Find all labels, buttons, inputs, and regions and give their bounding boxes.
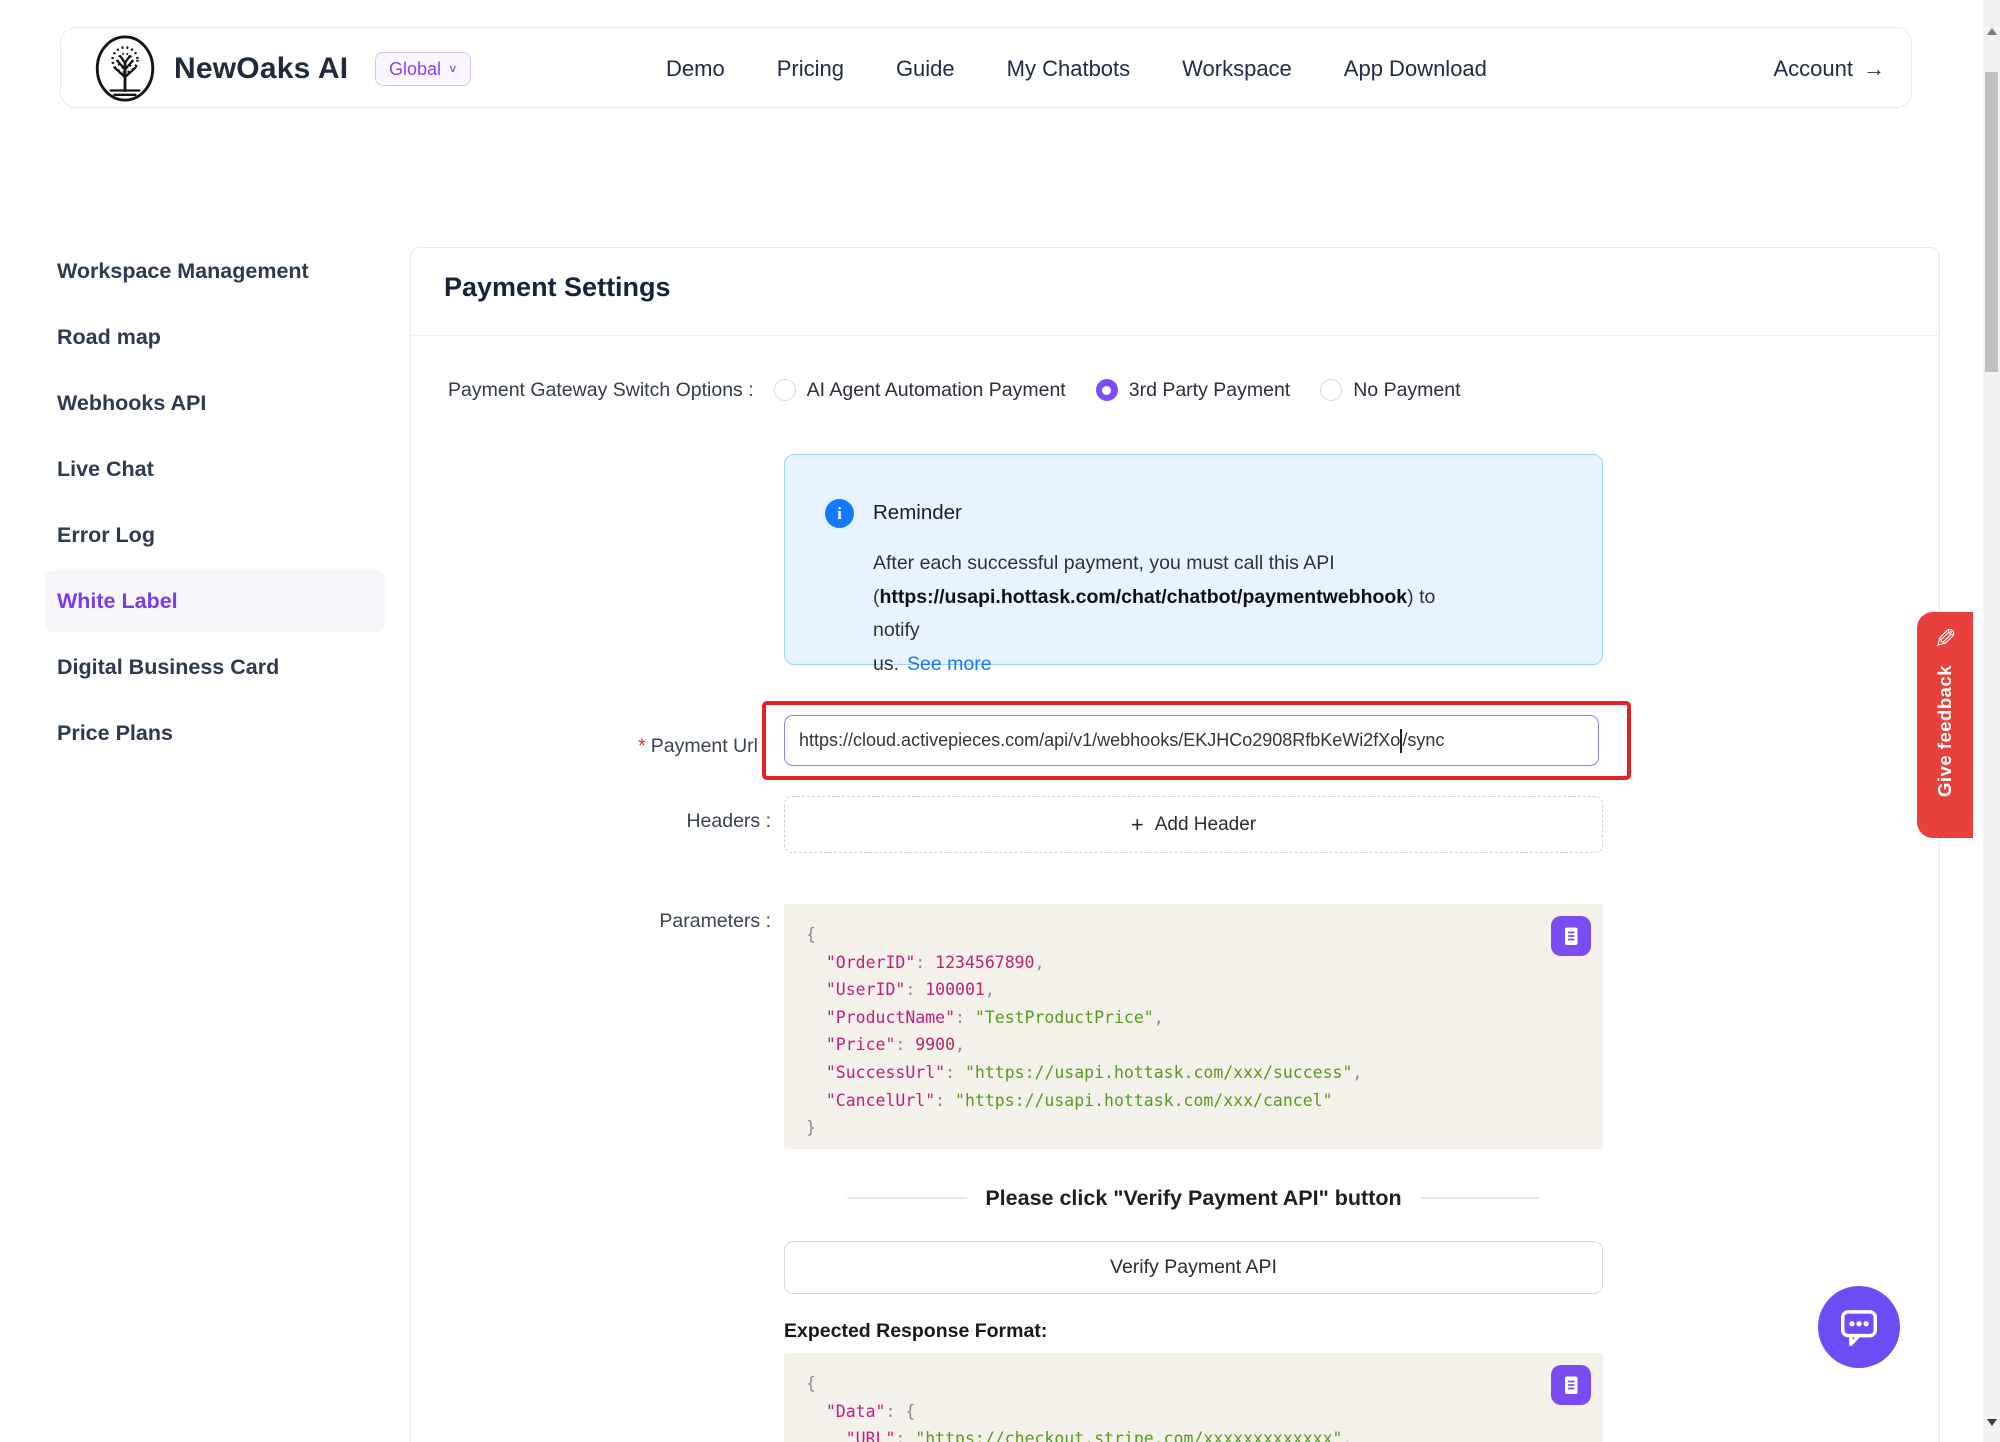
radio-option-3rd-party-payment[interactable]: 3rd Party Payment	[1096, 379, 1290, 402]
expected-response-code-block: { "Data": { "URL": "https://checkout.str…	[784, 1353, 1603, 1442]
sidebar-item-price-plans[interactable]: Price Plans	[45, 702, 385, 764]
radio-option-label: AI Agent Automation Payment	[807, 379, 1066, 402]
reminder-alert: i Reminder After each successful payment…	[784, 454, 1603, 665]
divider	[847, 1197, 967, 1199]
scroll-down-icon[interactable]	[1987, 1419, 1997, 1426]
top-header: NewOaks AI Global ∨ Demo Pricing Guide My C…	[60, 27, 1912, 108]
sidebar-item-webhooks-api[interactable]: Webhooks API	[45, 372, 385, 434]
divider	[411, 335, 1939, 336]
expected-response-label: Expected Response Format:	[784, 1320, 1047, 1343]
sidebar-item-white-label[interactable]: White Label	[45, 570, 385, 632]
radio-option-label: No Payment	[1353, 379, 1460, 402]
payment-url-value-tail: /sync	[1402, 730, 1444, 751]
sidebar-item-workspace-management[interactable]: Workspace Management	[45, 240, 385, 302]
code-line: "CancelUrl": "https://usapi.hottask.com/…	[806, 1087, 1603, 1115]
nav-item-my-chatbots[interactable]: My Chatbots	[1007, 56, 1131, 82]
region-selector[interactable]: Global ∨	[375, 52, 471, 86]
gateway-radio-group: AI Agent Automation Payment 3rd Party Pay…	[774, 379, 1491, 402]
radio-option-no-payment[interactable]: No Payment	[1320, 379, 1460, 402]
reminder-line1: After each successful payment, you must …	[873, 552, 1335, 574]
nav-item-workspace[interactable]: Workspace	[1182, 56, 1292, 82]
payment-url-value: https://cloud.activepieces.com/api/v1/we…	[799, 730, 1400, 751]
required-asterisk: *	[638, 735, 646, 757]
reminder-line3: us.	[873, 653, 899, 675]
account-label: Account	[1774, 56, 1854, 82]
code-line: "UserID": 100001,	[806, 976, 1603, 1004]
add-header-button[interactable]: + Add Header	[784, 796, 1603, 853]
parameters-json: { "OrderID": 1234567890, "UserID": 10000…	[784, 904, 1603, 1142]
arrow-right-icon: →	[1863, 56, 1885, 82]
code-line: "URL": "https://checkout.stripe.com/xxxx…	[806, 1425, 1603, 1442]
payment-gateway-options-row: Payment Gateway Switch Options : AI Agen…	[448, 373, 1491, 407]
scrollbar-thumb[interactable]	[1985, 72, 1998, 372]
code-line: "SuccessUrl": "https://usapi.hottask.com…	[806, 1059, 1603, 1087]
payment-url-input[interactable]: https://cloud.activepieces.com/api/v1/we…	[784, 715, 1599, 766]
gateway-options-label: Payment Gateway Switch Options :	[448, 379, 754, 402]
code-line: {	[806, 1370, 1603, 1398]
payment-url-label: *Payment Url	[441, 712, 758, 781]
nav-item-app-download[interactable]: App Download	[1344, 56, 1487, 82]
pencil-icon: ✎	[1934, 624, 1957, 655]
nav-item-pricing[interactable]: Pricing	[777, 56, 844, 82]
nav-item-demo[interactable]: Demo	[666, 56, 725, 82]
page-title: Payment Settings	[444, 272, 671, 303]
sidebar-item-error-log[interactable]: Error Log	[45, 504, 385, 566]
code-line: "Price": 9900,	[806, 1031, 1603, 1059]
sidebar-item-live-chat[interactable]: Live Chat	[45, 438, 385, 500]
brand-name: NewOaks AI	[174, 28, 348, 109]
radio-option-label: 3rd Party Payment	[1129, 379, 1290, 402]
give-feedback-label: Give feedback	[1934, 665, 1956, 797]
payment-settings-panel: Payment Settings Payment Gateway Switch …	[410, 247, 1940, 1442]
reminder-title: Reminder	[873, 501, 962, 525]
add-header-label: Add Header	[1155, 814, 1256, 836]
code-line: }	[806, 1114, 1603, 1142]
parameters-label: Parameters :	[451, 910, 771, 933]
nav-item-guide[interactable]: Guide	[896, 56, 955, 82]
scroll-up-icon[interactable]	[1987, 28, 1997, 35]
chat-widget-button[interactable]	[1818, 1286, 1900, 1368]
code-line: "ProductName": "TestProductPrice",	[806, 1004, 1603, 1032]
reminder-body: After each successful payment, you must …	[873, 547, 1473, 681]
copy-icon[interactable]	[1551, 916, 1591, 956]
main-nav: Demo Pricing Guide My Chatbots Workspace App …	[666, 28, 1487, 109]
region-label: Global	[389, 59, 441, 80]
sidebar-item-road-map[interactable]: Road map	[45, 306, 385, 368]
radio-unchecked-icon[interactable]	[1320, 379, 1342, 401]
give-feedback-tab[interactable]: ✎ Give feedback	[1917, 612, 1973, 838]
verify-instruction-text: Please click "Verify Payment API" button	[985, 1186, 1401, 1211]
radio-checked-icon[interactable]	[1096, 379, 1118, 401]
plus-icon: +	[1131, 812, 1144, 838]
code-line: "OrderID": 1234567890,	[806, 949, 1603, 977]
verify-payment-api-button[interactable]: Verify Payment API	[784, 1241, 1603, 1294]
headers-label: Headers :	[451, 810, 771, 833]
page: NewOaks AI Global ∨ Demo Pricing Guide My C…	[0, 0, 2000, 1442]
reminder-api-url: https://usapi.hottask.com/chat/chatbot/p…	[880, 586, 1408, 608]
code-line: {	[806, 921, 1603, 949]
sidebar-item-digital-business-card[interactable]: Digital Business Card	[45, 636, 385, 698]
info-icon: i	[825, 499, 854, 528]
see-more-link[interactable]: See more	[907, 653, 992, 675]
copy-icon[interactable]	[1551, 1365, 1591, 1405]
sidebar: Workspace ManagementRoad mapWebhooks API…	[45, 240, 385, 768]
radio-option-ai-agent-automation-payment[interactable]: AI Agent Automation Payment	[774, 379, 1066, 402]
chevron-down-icon: ∨	[448, 63, 458, 76]
tree-logo-icon	[94, 35, 156, 102]
parameters-code-block: { "OrderID": 1234567890, "UserID": 10000…	[784, 904, 1603, 1149]
divider	[1420, 1197, 1540, 1199]
account-button[interactable]: Account →	[1774, 28, 1886, 109]
vertical-scrollbar[interactable]	[1983, 0, 2000, 1442]
verify-instruction: Please click "Verify Payment API" button	[784, 1183, 1603, 1213]
code-line: "Data": {	[806, 1398, 1603, 1426]
radio-unchecked-icon[interactable]	[774, 379, 796, 401]
expected-response-json: { "Data": { "URL": "https://checkout.str…	[784, 1353, 1603, 1442]
chat-bubble-icon	[1833, 1301, 1885, 1353]
